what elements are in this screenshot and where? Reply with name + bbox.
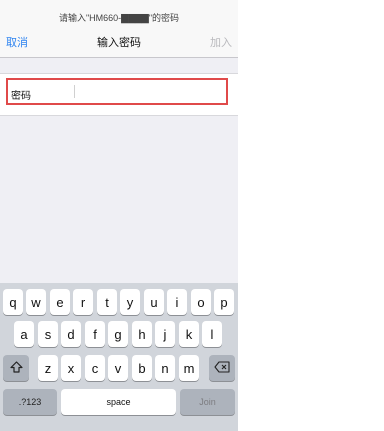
key-y[interactable]: y	[120, 289, 140, 315]
key-r[interactable]: r	[73, 289, 93, 315]
key-w[interactable]: w	[26, 289, 46, 315]
keyboard: q w e r t y u i o p a s d f g h j k l z …	[0, 283, 238, 431]
numbers-key[interactable]: .?123	[3, 389, 57, 415]
password-prompt: 请输入"HM660-▇▇▇▇"的密码	[58, 13, 180, 23]
page-title: 输入密码	[97, 37, 141, 49]
key-s[interactable]: s	[38, 321, 58, 347]
password-input[interactable]	[78, 83, 218, 100]
key-h[interactable]: h	[132, 321, 152, 347]
password-label: 密码	[11, 91, 31, 102]
shift-icon	[9, 360, 23, 376]
key-c[interactable]: c	[85, 355, 105, 381]
backspace-icon	[214, 360, 230, 376]
key-e[interactable]: e	[50, 289, 70, 315]
key-f[interactable]: f	[85, 321, 105, 347]
key-n[interactable]: n	[155, 355, 175, 381]
keyboard-join-key[interactable]: Join	[180, 389, 235, 415]
password-field-highlight[interactable]: 密码	[6, 78, 228, 105]
space-key[interactable]: space	[61, 389, 176, 415]
key-i[interactable]: i	[167, 289, 187, 315]
key-t[interactable]: t	[97, 289, 117, 315]
key-z[interactable]: z	[38, 355, 58, 381]
join-button[interactable]: 加入	[210, 36, 232, 50]
key-b[interactable]: b	[132, 355, 152, 381]
key-x[interactable]: x	[61, 355, 81, 381]
key-k[interactable]: k	[179, 321, 199, 347]
key-l[interactable]: l	[202, 321, 222, 347]
key-q[interactable]: q	[3, 289, 23, 315]
key-m[interactable]: m	[179, 355, 199, 381]
key-j[interactable]: j	[155, 321, 175, 347]
key-g[interactable]: g	[108, 321, 128, 347]
key-v[interactable]: v	[108, 355, 128, 381]
navigation-header: 请输入"HM660-▇▇▇▇"的密码 取消 输入密码 加入	[0, 0, 238, 58]
field-cursor	[74, 85, 75, 98]
delete-key[interactable]	[209, 355, 235, 381]
key-o[interactable]: o	[191, 289, 211, 315]
wifi-password-screen: 请输入"HM660-▇▇▇▇"的密码 取消 输入密码 加入 密码 q w e r…	[0, 0, 238, 431]
key-p[interactable]: p	[214, 289, 234, 315]
key-u[interactable]: u	[144, 289, 164, 315]
header-divider	[0, 57, 238, 58]
shift-key[interactable]	[3, 355, 29, 381]
key-d[interactable]: d	[61, 321, 81, 347]
key-a[interactable]: a	[14, 321, 34, 347]
